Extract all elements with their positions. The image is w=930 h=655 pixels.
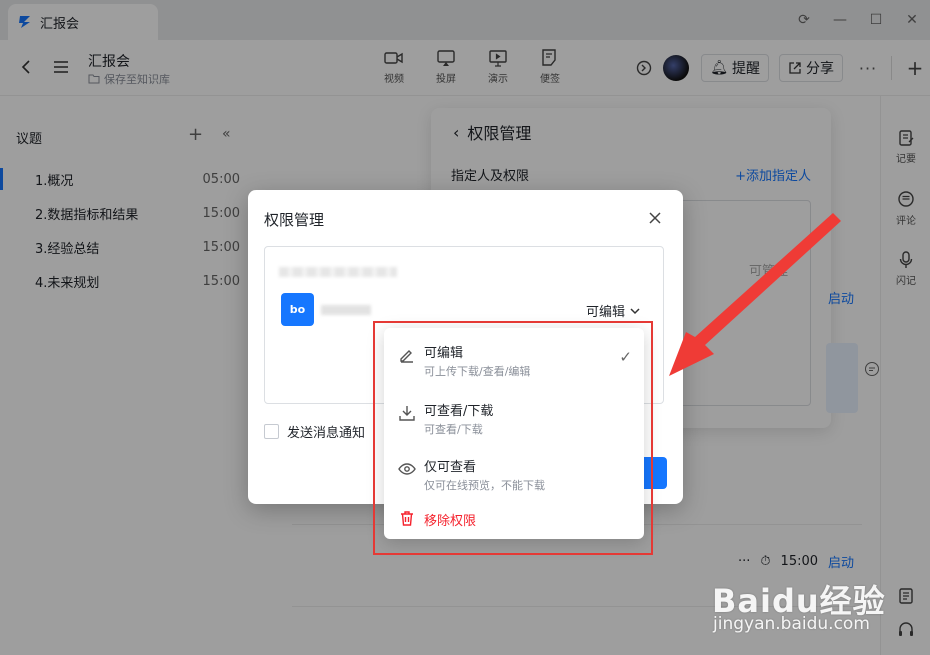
permission-select[interactable]: 可编辑	[586, 301, 641, 320]
checkbox[interactable]	[264, 424, 279, 439]
chevron-down-icon	[630, 307, 640, 314]
blurred-text	[279, 267, 397, 277]
user-avatar: bo	[281, 293, 314, 326]
close-icon[interactable]	[645, 208, 665, 228]
blurred-username	[321, 305, 371, 315]
notify-checkbox[interactable]: 发送消息通知	[264, 422, 365, 441]
permission-value: 可编辑	[585, 305, 625, 320]
notify-label: 发送消息通知	[287, 426, 366, 441]
annotation-box	[373, 321, 653, 555]
dialog-title: 权限管理	[264, 211, 325, 229]
watermark-url: jingyan.baidu.com	[713, 614, 870, 634]
